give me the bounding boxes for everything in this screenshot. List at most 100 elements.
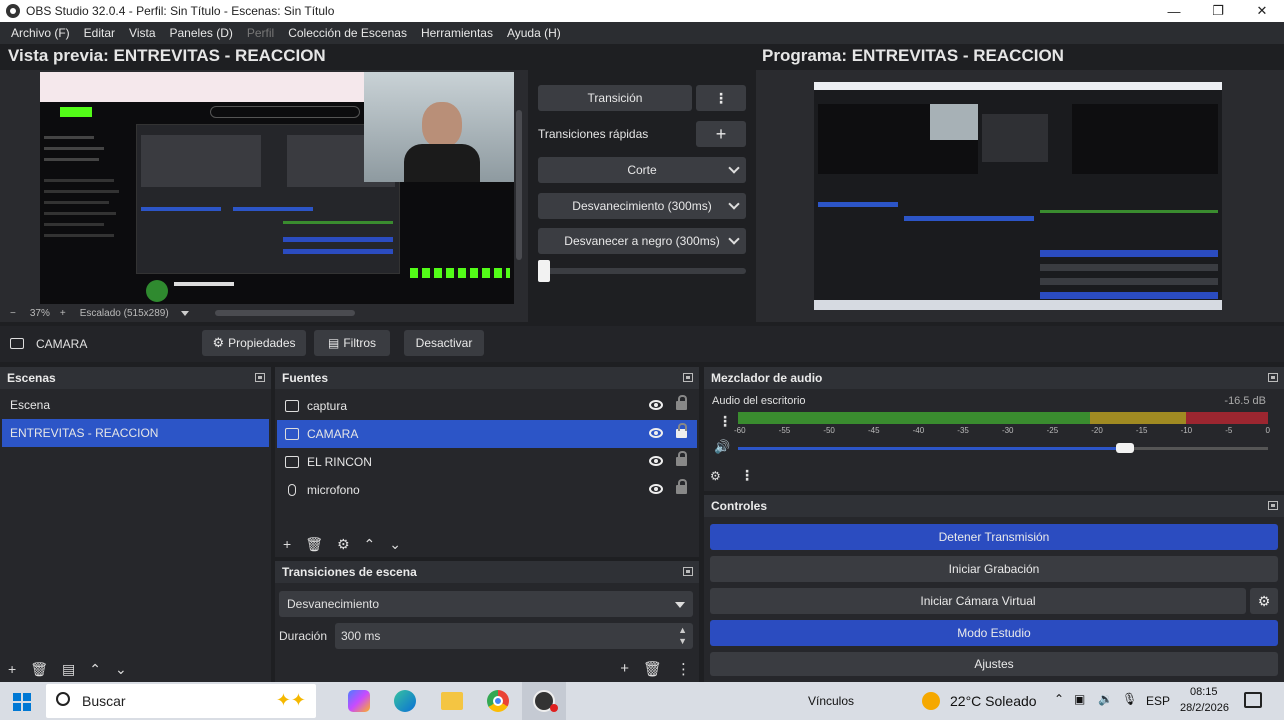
scene-item-selected[interactable]: ENTREVITAS - REACCION [2,419,269,447]
filters-button[interactable]: ▤ Filtros [314,330,390,356]
stepper-up-icon[interactable]: ▲ [678,625,687,635]
more-vertical-icon[interactable]: ⋮ [740,467,754,484]
transition-more-button[interactable]: ⋮ [696,85,746,111]
quick-transition-fade-black[interactable]: Desvanecer a negro (300ms) [538,228,746,254]
stop-streaming-button[interactable]: Detener Transmisión [710,524,1278,550]
start-virtual-camera-button[interactable]: Iniciar Cámara Virtual [710,588,1246,614]
taskbar-search[interactable]: Buscar ✦✦ [46,684,316,718]
taskbar-weather[interactable]: 22°C Soleado [950,693,1037,709]
more-vertical-icon[interactable]: ⋮ [676,660,691,678]
add-transition-icon[interactable]: + [620,660,629,678]
menu-herramientas[interactable]: Herramientas [414,26,500,40]
add-quick-transition-button[interactable]: + [696,121,746,147]
zoom-in-button[interactable]: + [60,308,66,319]
eye-icon[interactable] [649,456,663,466]
undock-icon[interactable] [683,373,693,382]
menu-archivo[interactable]: Archivo (F) [4,26,77,40]
lock-icon[interactable] [676,479,687,494]
move-up-icon[interactable]: ⌃ [89,661,101,678]
obs-taskbar-button[interactable] [522,682,566,720]
file-explorer-icon[interactable] [441,692,463,710]
duration-input[interactable]: 300 ms ▲ ▼ [335,623,693,649]
meter-scale-label: -15 [1135,426,1148,435]
undock-icon[interactable] [1268,501,1278,510]
advanced-audio-icon[interactable]: ⚙ [710,469,721,483]
undock-icon[interactable] [255,373,265,382]
scenes-footer: + 🗑 ▤ ⌃ ⌄ [0,656,271,682]
scene-filters-icon[interactable]: ▤ [62,661,75,678]
tbar-handle[interactable] [538,260,550,282]
settings-button[interactable]: Ajustes [710,652,1278,676]
lock-icon[interactable] [676,451,687,466]
network-icon[interactable]: ▣ [1074,692,1085,706]
gear-icon[interactable]: ⚙ [337,536,350,553]
menu-editar[interactable]: Editar [77,26,122,40]
minimize-button[interactable]: — [1152,0,1196,22]
close-button[interactable]: ✕ [1240,0,1284,22]
transition-select[interactable]: Desvanecimiento [279,591,693,617]
trash-icon[interactable]: 🗑 [643,660,662,678]
source-item-microfono[interactable]: microfono [277,476,697,504]
more-vertical-icon[interactable]: ⋮ [718,413,732,430]
sources-list: captura CAMARA EL RINCON microfono [275,389,699,507]
start-recording-button[interactable]: Iniciar Grabación [710,556,1278,582]
taskbar-time[interactable]: 08:15 [1190,686,1218,698]
taskbar-links[interactable]: Vínculos [808,694,854,708]
lock-icon[interactable] [676,423,687,438]
eye-icon[interactable] [649,484,663,494]
volume-icon[interactable]: 🔉 [1098,692,1113,706]
add-scene-icon[interactable]: + [8,661,16,677]
move-up-icon[interactable]: ⌃ [364,536,376,553]
preview-area[interactable]: − 37% + Escalado (515x289) [0,70,528,322]
properties-button[interactable]: ⚙ Propiedades [202,330,306,356]
tbar-slider[interactable] [538,268,746,274]
volume-slider[interactable] [738,443,1268,453]
stepper-down-icon[interactable]: ▼ [678,636,687,646]
preview-vertical-scrollbar[interactable] [516,110,522,260]
copilot-icon[interactable] [348,690,370,712]
scene-item[interactable]: Escena [2,391,269,419]
move-down-icon[interactable]: ⌄ [115,661,127,678]
menu-paneles[interactable]: Paneles (D) [163,26,240,40]
notifications-icon[interactable] [1244,692,1262,708]
menu-vista[interactable]: Vista [122,26,162,40]
eye-icon[interactable] [649,428,663,438]
quick-transition-corte[interactable]: Corte [538,157,746,183]
source-item-camara[interactable]: CAMARA [277,420,697,448]
speaker-icon[interactable]: 🔊 [714,439,730,455]
taskbar-language[interactable]: ESP [1146,694,1170,708]
undock-icon[interactable] [683,567,693,576]
menu-perfil[interactable]: Perfil [240,26,281,40]
move-down-icon[interactable]: ⌄ [389,536,401,553]
microphone-icon[interactable]: 🎙 [1122,692,1137,706]
studio-mode-button[interactable]: Modo Estudio [710,620,1278,646]
edge-icon[interactable] [394,690,416,712]
volume-slider-handle[interactable] [1115,443,1134,453]
transition-button[interactable]: Transición [538,85,692,111]
taskbar-date[interactable]: 28/2/2026 [1180,702,1229,714]
scene-transitions-title: Transiciones de escena [282,565,417,579]
undock-icon[interactable] [1268,373,1278,382]
trash-icon[interactable]: 🗑 [30,661,48,678]
zoom-out-button[interactable]: − [10,308,16,319]
eye-icon[interactable] [649,400,663,410]
chevron-up-icon[interactable]: ⌃ [1054,692,1064,706]
source-label: captura [307,399,348,413]
scale-dropdown-icon[interactable] [180,310,189,316]
add-source-icon[interactable]: + [283,536,291,552]
lock-icon[interactable] [676,395,687,410]
maximize-button[interactable]: ❐ [1196,0,1240,22]
preview-canvas[interactable] [40,72,514,304]
quick-transition-fade[interactable]: Desvanecimiento (300ms) [538,193,746,219]
deactivate-button[interactable]: Desactivar [404,330,484,356]
source-item-el-rincon[interactable]: EL RINCON [277,448,697,476]
chrome-icon[interactable] [487,690,509,712]
menu-ayuda[interactable]: Ayuda (H) [500,26,568,40]
virtual-camera-settings-button[interactable]: ⚙ [1250,588,1278,614]
menu-coleccion-escenas[interactable]: Colección de Escenas [281,26,414,40]
chevron-down-icon [728,233,740,245]
trash-icon[interactable]: 🗑 [305,536,323,553]
source-item-captura[interactable]: captura [277,392,697,420]
preview-horizontal-scrollbar[interactable] [214,310,355,316]
windows-start-icon[interactable] [13,693,31,711]
